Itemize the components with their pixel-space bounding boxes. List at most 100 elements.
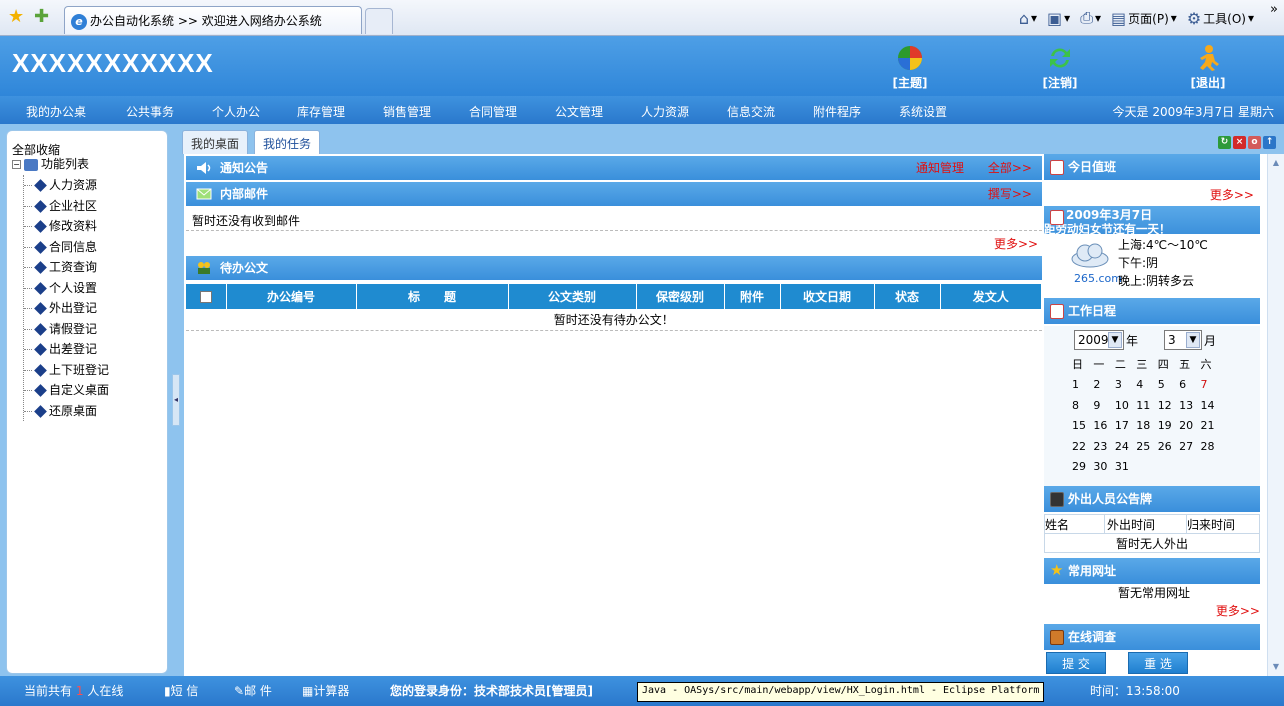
calculator-button[interactable]: ▦计算器 [302,682,349,699]
calendar-day[interactable]: 25 [1136,436,1157,457]
calendar-day[interactable]: 4 [1136,375,1157,396]
tab-my-desk[interactable]: 我的桌面 [182,130,249,154]
calendar-day[interactable]: 26 [1158,436,1179,457]
col-sender[interactable]: 发文人 [940,284,1042,309]
col-received-date[interactable]: 收文日期 [780,284,875,309]
tree-item-restore-desk[interactable]: 还原桌面 [24,401,109,422]
right-scrollbar[interactable]: ▲ ▼ [1267,154,1284,676]
clear-icon[interactable]: o [1248,136,1261,149]
notice-all-link[interactable]: 全部>> [988,161,1032,175]
mail-compose-link[interactable]: 撰写>> [988,187,1032,201]
calendar-day[interactable]: 22 [1072,436,1093,457]
calendar-day[interactable]: 9 [1093,395,1114,416]
calendar-day[interactable]: 29 [1072,457,1093,478]
home-button[interactable]: ⌂ ▾ [1019,9,1037,28]
col-status[interactable]: 状态 [874,284,941,309]
tree-item-outing[interactable]: 外出登记 [24,298,109,319]
nav-info-exchange[interactable]: 信息交流 [727,103,775,120]
mail-more-link[interactable]: 更多>> [994,235,1038,252]
tree-item-hr[interactable]: 人力资源 [24,175,109,196]
tree-item-custom-desk[interactable]: 自定义桌面 [24,380,109,401]
calendar-day[interactable]: 13 [1179,395,1200,416]
tab-my-tasks[interactable]: 我的任务 [254,130,321,154]
scroll-down-icon[interactable]: ▼ [1271,662,1281,672]
calendar-day[interactable]: 19 [1158,416,1179,437]
month-select[interactable]: 3 ▼ [1164,330,1202,350]
add-favorites-icon[interactable]: ✚ [34,8,49,26]
col-doc-type[interactable]: 公文类别 [508,284,637,309]
scroll-up-icon[interactable]: ▲ [1271,158,1281,168]
nav-public-affairs[interactable]: 公共事务 [126,103,174,120]
survey-submit-button[interactable]: 提 交 [1046,652,1106,674]
nav-inventory[interactable]: 库存管理 [297,103,345,120]
nav-my-desk[interactable]: 我的办公桌 [26,103,86,120]
minus-icon[interactable]: − [12,160,21,169]
logout-switch-button[interactable]: [注销] [1030,44,1090,91]
calendar-day[interactable]: 10 [1115,395,1136,416]
exit-button[interactable]: [退出] [1178,44,1238,91]
calendar-day[interactable]: 28 [1201,436,1222,457]
calendar-day[interactable]: 3 [1115,375,1136,396]
calendar-day[interactable]: 2 [1093,375,1114,396]
calendar-day-today[interactable]: 7 [1201,375,1222,396]
tree-item-edit-profile[interactable]: 修改资料 [24,216,109,237]
nav-attachments[interactable]: 附件程序 [813,103,861,120]
nav-contracts[interactable]: 合同管理 [469,103,517,120]
survey-reset-button[interactable]: 重 选 [1128,652,1188,674]
nav-documents[interactable]: 公文管理 [555,103,603,120]
sidebar-toggle-handle[interactable]: ◂ [172,374,180,426]
calendar-day[interactable]: 1 [1072,375,1093,396]
calendar-day[interactable]: 16 [1093,416,1114,437]
chevron-more-icon[interactable]: » [1270,2,1278,17]
weather-brand[interactable]: 265.com [1074,272,1122,285]
links-more-link[interactable]: 更多>> [1216,602,1260,619]
calendar-day[interactable]: 30 [1093,457,1114,478]
nav-settings[interactable]: 系统设置 [899,103,947,120]
calendar-day[interactable]: 24 [1115,436,1136,457]
close-icon[interactable]: × [1233,136,1246,149]
calendar-day[interactable]: 5 [1158,375,1179,396]
calendar-day[interactable]: 6 [1179,375,1200,396]
tree-item-personal-settings[interactable]: 个人设置 [24,278,109,299]
tree-item-leave[interactable]: 请假登记 [24,319,109,340]
arrow-up-icon[interactable]: ↑ [1263,136,1276,149]
calendar-day[interactable]: 17 [1115,416,1136,437]
page-menu[interactable]: ▤ 页面(P) ▾ [1111,9,1177,28]
tree-item-community[interactable]: 企业社区 [24,196,109,217]
col-title[interactable]: 标 题 [356,284,509,309]
calendar-day[interactable]: 31 [1115,457,1136,478]
calendar-day[interactable]: 8 [1072,395,1093,416]
col-doc-number[interactable]: 办公编号 [226,284,357,309]
tree-item-contract-info[interactable]: 合同信息 [24,237,109,258]
calendar-day[interactable]: 18 [1136,416,1157,437]
browser-tab-active[interactable]: e 办公自动化系统 >> 欢迎进入网络办公系统 [64,6,362,34]
tree-root[interactable]: − 功能列表 [12,155,89,172]
mail-button[interactable]: ✎邮 件 [234,682,272,699]
theme-button[interactable]: [主题] [880,44,940,91]
browser-new-tab[interactable] [365,8,393,34]
tree-item-business-trip[interactable]: 出差登记 [24,339,109,360]
tools-menu[interactable]: ⚙ 工具(O) ▾ [1187,9,1254,28]
calendar-day[interactable]: 11 [1136,395,1157,416]
calendar-day[interactable]: 20 [1179,416,1200,437]
nav-hr[interactable]: 人力资源 [641,103,689,120]
duty-more-link[interactable]: 更多>> [1210,186,1254,203]
calendar-day[interactable]: 23 [1093,436,1114,457]
nav-personal-office[interactable]: 个人办公 [212,103,260,120]
col-secrecy[interactable]: 保密级别 [636,284,725,309]
tree-item-salary[interactable]: 工资查询 [24,257,109,278]
refresh-icon[interactable]: ↻ [1218,136,1231,149]
year-select[interactable]: 2009 ▼ [1074,330,1124,350]
feeds-button[interactable]: ▣ ▾ [1047,9,1070,28]
notice-manage-link[interactable]: 通知管理 [916,161,964,175]
calendar-day[interactable]: 15 [1072,416,1093,437]
calendar-day[interactable]: 12 [1158,395,1179,416]
calendar-day[interactable]: 21 [1201,416,1222,437]
tree-item-attendance[interactable]: 上下班登记 [24,360,109,381]
sms-button[interactable]: ▮短 信 [164,682,198,699]
print-button[interactable]: ⎙ ▾ [1080,8,1101,28]
favorites-star-icon[interactable]: ★ [8,8,24,26]
calendar-day[interactable]: 14 [1201,395,1222,416]
col-attachment[interactable]: 附件 [724,284,781,309]
calendar-day[interactable]: 27 [1179,436,1200,457]
